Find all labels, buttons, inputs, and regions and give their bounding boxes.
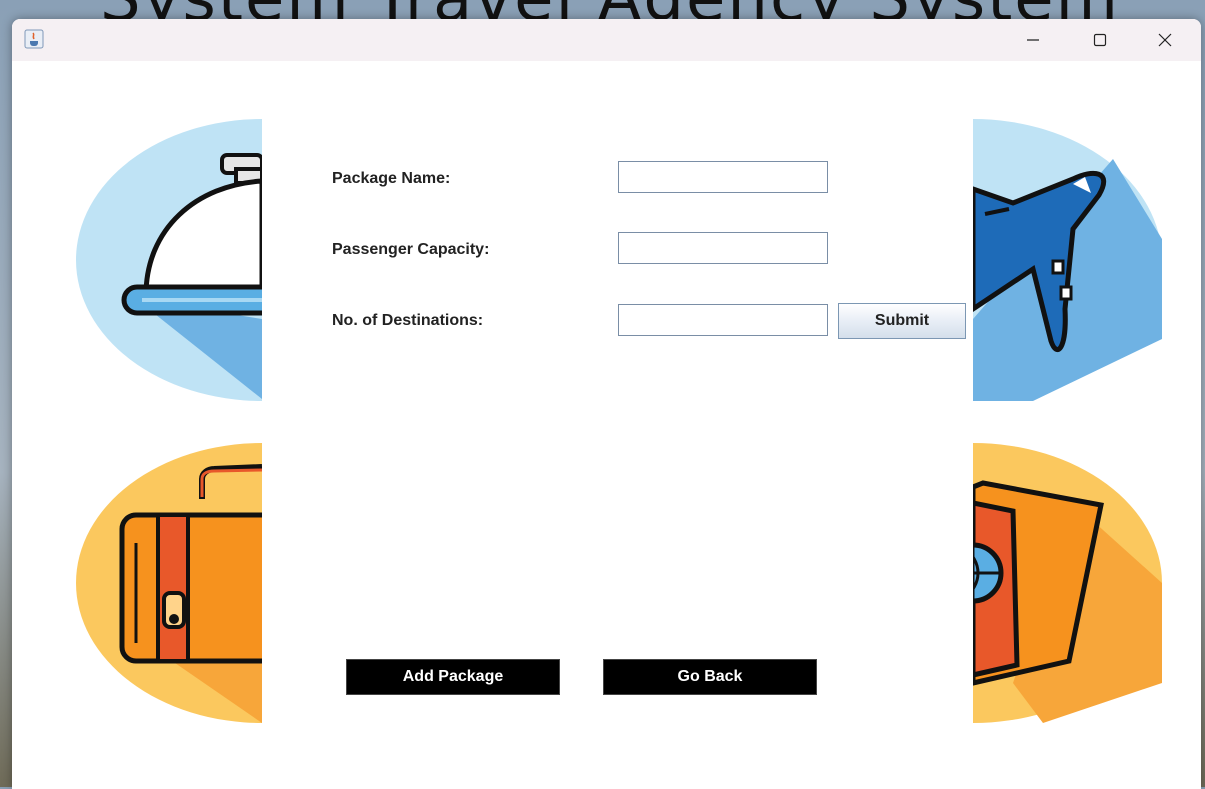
- app-window: Package Name: Passenger Capacity: No. of…: [12, 19, 1201, 789]
- minimize-icon: [1027, 39, 1039, 41]
- passenger-capacity-label: Passenger Capacity:: [332, 241, 490, 258]
- passenger-capacity-input[interactable]: [618, 232, 828, 264]
- add-package-button[interactable]: Add Package: [346, 659, 560, 695]
- bell-icon: [76, 119, 262, 401]
- java-icon: [24, 29, 44, 49]
- minimize-button[interactable]: [1002, 19, 1064, 61]
- airplane-icon: [973, 119, 1162, 401]
- close-button[interactable]: [1134, 19, 1196, 61]
- close-icon: [1158, 33, 1172, 47]
- destinations-label: No. of Destinations:: [332, 312, 484, 329]
- maximize-icon: [1093, 33, 1107, 47]
- package-name-label: Package Name:: [332, 170, 451, 187]
- passport-icon: [973, 443, 1162, 723]
- submit-button[interactable]: Submit: [838, 303, 966, 339]
- title-bar: [12, 19, 1201, 61]
- maximize-button[interactable]: [1069, 19, 1131, 61]
- go-back-button[interactable]: Go Back: [603, 659, 817, 695]
- destinations-input[interactable]: [618, 304, 828, 336]
- suitcase-icon: [76, 443, 262, 723]
- package-name-input[interactable]: [618, 161, 828, 193]
